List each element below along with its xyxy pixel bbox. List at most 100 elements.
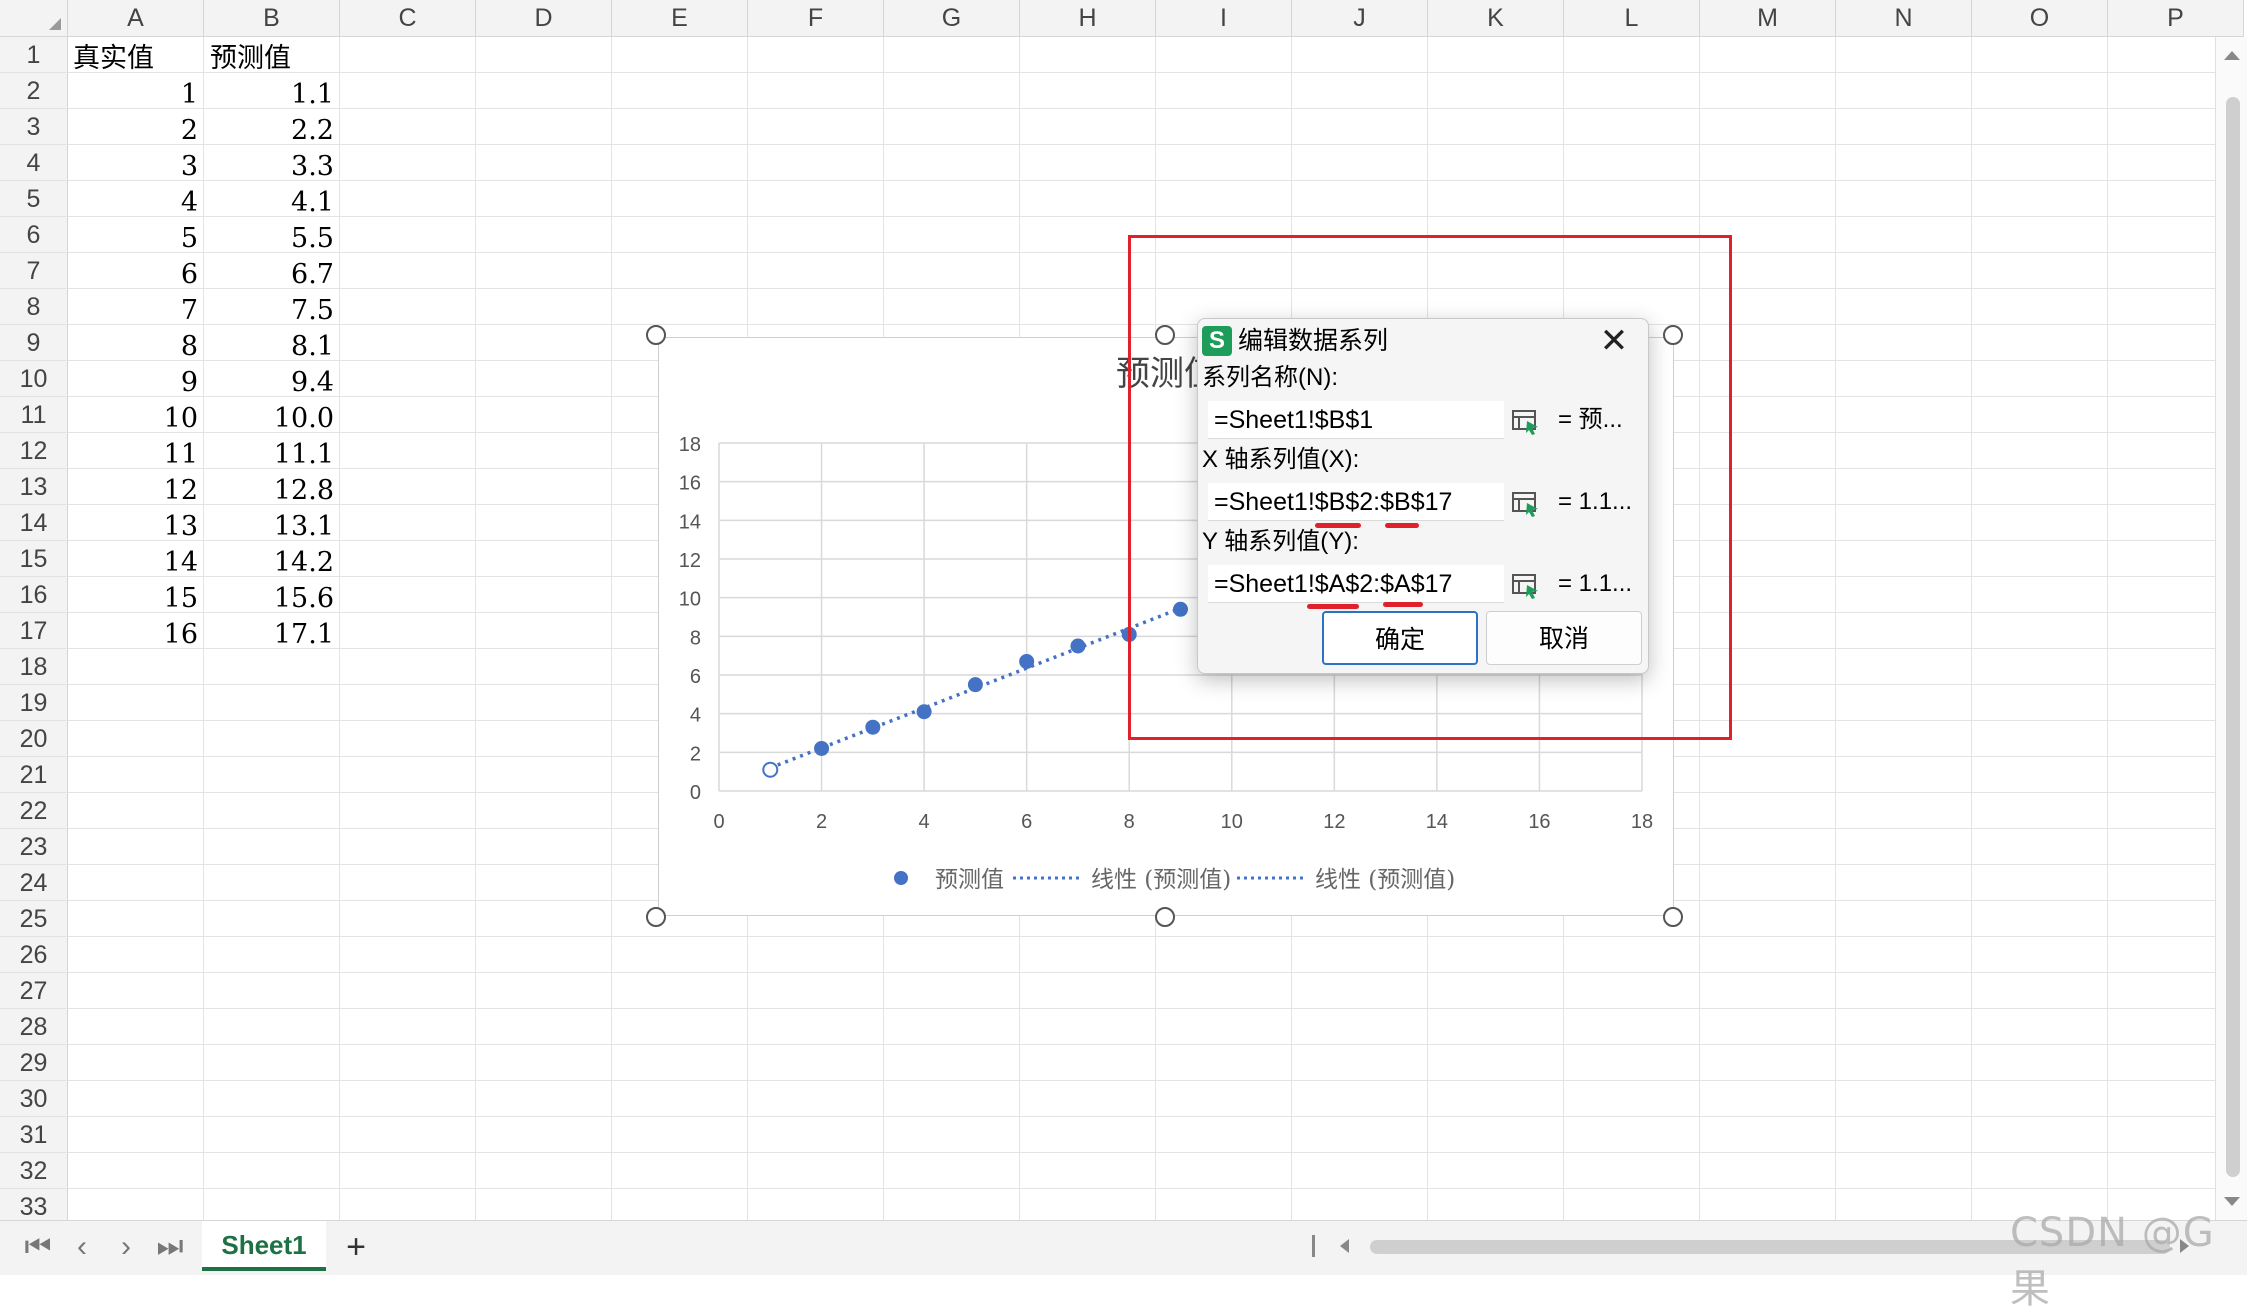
cell-actual-value[interactable]: 5 <box>68 220 198 256</box>
row-header[interactable]: 27 <box>0 973 68 1009</box>
cell-predicted-value[interactable]: 13.1 <box>204 508 334 544</box>
cell-predicted-value[interactable]: 11.1 <box>204 436 334 472</box>
cell-actual-value[interactable]: 16 <box>68 616 198 652</box>
row-header[interactable]: 2 <box>0 73 68 109</box>
select-all-corner[interactable] <box>0 0 68 37</box>
cell-actual-value[interactable]: 12 <box>68 472 198 508</box>
cell-actual-value[interactable]: 14 <box>68 544 198 580</box>
row-header[interactable]: 7 <box>0 253 68 289</box>
row-header[interactable]: 25 <box>0 901 68 937</box>
data-point[interactable] <box>1070 638 1086 654</box>
prev-sheet-icon[interactable]: ‹ <box>64 1229 100 1265</box>
row-header[interactable]: 8 <box>0 289 68 325</box>
column-header[interactable]: B <box>204 0 340 37</box>
cell-predicted-value[interactable]: 12.8 <box>204 472 334 508</box>
cell-predicted-value[interactable]: 10.0 <box>204 400 334 436</box>
row-header[interactable]: 10 <box>0 361 68 397</box>
row-header[interactable]: 28 <box>0 1009 68 1045</box>
chart-legend[interactable]: 预测值 线性 (预测值) 线性 (预测值) <box>894 867 1455 893</box>
column-header[interactable]: H <box>1020 0 1156 37</box>
row-header[interactable]: 32 <box>0 1153 68 1189</box>
cell-actual-value[interactable]: 2 <box>68 112 198 148</box>
row-header[interactable]: 30 <box>0 1081 68 1117</box>
row-header[interactable]: 1 <box>0 37 68 73</box>
cell-actual-value[interactable]: 9 <box>68 364 198 400</box>
column-header[interactable]: L <box>1564 0 1700 37</box>
next-sheet-icon[interactable]: › <box>108 1229 144 1265</box>
cancel-button[interactable]: 取消 <box>1486 611 1642 665</box>
row-header[interactable]: 17 <box>0 613 68 649</box>
column-header[interactable]: C <box>340 0 476 37</box>
cell-predicted-value[interactable]: 3.3 <box>204 148 334 184</box>
cell-actual-value[interactable]: 11 <box>68 436 198 472</box>
range-picker-icon[interactable] <box>1510 487 1542 519</box>
row-header[interactable]: 13 <box>0 469 68 505</box>
column-header[interactable]: E <box>612 0 748 37</box>
cell-actual-value[interactable]: 10 <box>68 400 198 436</box>
column-header[interactable]: G <box>884 0 1020 37</box>
row-header[interactable]: 14 <box>0 505 68 541</box>
range-picker-icon[interactable] <box>1510 569 1542 601</box>
cell-actual-value[interactable]: 13 <box>68 508 198 544</box>
row-header[interactable]: 19 <box>0 685 68 721</box>
column-header[interactable]: O <box>1972 0 2108 37</box>
column-header[interactable]: I <box>1156 0 1292 37</box>
row-header[interactable]: 20 <box>0 721 68 757</box>
data-point[interactable] <box>916 704 932 720</box>
row-header[interactable]: 11 <box>0 397 68 433</box>
cell-predicted-value[interactable]: 2.2 <box>204 112 334 148</box>
row-header[interactable]: 31 <box>0 1117 68 1153</box>
row-header[interactable]: 12 <box>0 433 68 469</box>
vertical-scrollbar[interactable] <box>2215 37 2247 1220</box>
vertical-scroll-thumb[interactable] <box>2226 97 2240 1177</box>
x-values-field[interactable]: =Sheet1!$B$2:$B$17 <box>1208 483 1504 521</box>
row-header[interactable]: 6 <box>0 217 68 253</box>
cell-predicted-value[interactable]: 14.2 <box>204 544 334 580</box>
row-header[interactable]: 24 <box>0 865 68 901</box>
resize-handle-bottom-left[interactable] <box>646 907 666 927</box>
data-point[interactable] <box>1019 653 1035 669</box>
row-header[interactable]: 16 <box>0 577 68 613</box>
scroll-up-icon[interactable] <box>2224 51 2240 60</box>
row-header[interactable]: 5 <box>0 181 68 217</box>
add-sheet-button[interactable]: + <box>336 1227 376 1267</box>
column-header[interactable]: D <box>476 0 612 37</box>
scroll-left-icon[interactable] <box>1340 1239 1349 1253</box>
cell-predicted-value[interactable]: 9.4 <box>204 364 334 400</box>
row-header[interactable]: 23 <box>0 829 68 865</box>
tab-sheet1[interactable]: Sheet1 <box>202 1221 326 1271</box>
row-header[interactable]: 4 <box>0 145 68 181</box>
cell-predicted-value[interactable]: 7.5 <box>204 292 334 328</box>
cell-actual-value[interactable]: 8 <box>68 328 198 364</box>
row-header[interactable]: 29 <box>0 1045 68 1081</box>
cell-actual-value[interactable]: 15 <box>68 580 198 616</box>
cell-predicted-value[interactable]: 17.1 <box>204 616 334 652</box>
data-point[interactable] <box>967 677 983 693</box>
cell-actual-value[interactable]: 3 <box>68 148 198 184</box>
last-sheet-icon[interactable]: ⏭ <box>152 1229 188 1265</box>
column-header[interactable]: M <box>1700 0 1836 37</box>
row-header[interactable]: 21 <box>0 757 68 793</box>
close-icon[interactable]: ✕ <box>1596 323 1632 359</box>
row-header[interactable]: 15 <box>0 541 68 577</box>
column-header[interactable]: F <box>748 0 884 37</box>
cell-predicted-value[interactable]: 6.7 <box>204 256 334 292</box>
range-picker-icon[interactable] <box>1510 405 1542 437</box>
row-header[interactable]: 26 <box>0 937 68 973</box>
row-header[interactable]: 9 <box>0 325 68 361</box>
cell-predicted-value[interactable]: 5.5 <box>204 220 334 256</box>
cell-actual-value[interactable]: 4 <box>68 184 198 220</box>
data-point[interactable] <box>814 740 830 756</box>
resize-handle-bottom-center[interactable] <box>1155 907 1175 927</box>
resize-handle-bottom-right[interactable] <box>1663 907 1683 927</box>
row-header[interactable]: 3 <box>0 109 68 145</box>
cell-actual-value[interactable]: 7 <box>68 292 198 328</box>
cell-actual-value[interactable]: 6 <box>68 256 198 292</box>
data-point[interactable] <box>865 719 881 735</box>
cell-b1[interactable]: 预测值 <box>210 40 291 76</box>
first-sheet-icon[interactable]: ⏮ <box>20 1229 56 1265</box>
cell-predicted-value[interactable]: 8.1 <box>204 328 334 364</box>
edit-series-dialog[interactable]: S 编辑数据系列 ✕ 系列名称(N): =Sheet1!$B$1 = 预... … <box>1197 318 1649 674</box>
column-header[interactable]: N <box>1836 0 1972 37</box>
series-name-field[interactable]: =Sheet1!$B$1 <box>1208 401 1504 439</box>
